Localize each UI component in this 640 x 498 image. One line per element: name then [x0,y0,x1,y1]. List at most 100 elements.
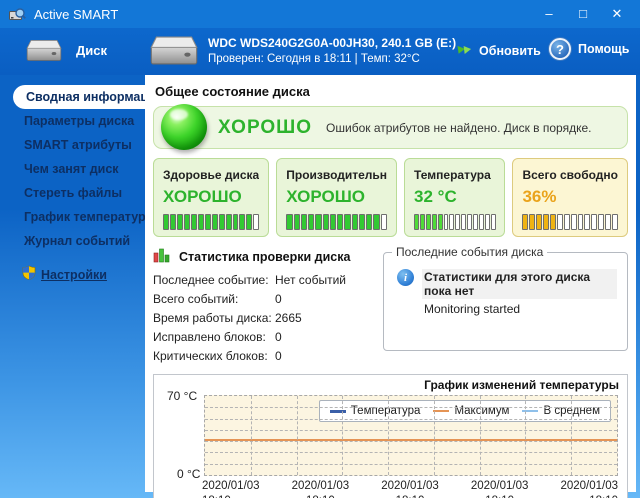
tick-date: 2020/01/03 [381,479,439,494]
title-bar: Active SMART – □ ✕ [0,0,640,28]
page-title: Общее состояние диска [155,84,628,99]
sidebar-item-settings[interactable]: Настройки [4,265,145,285]
overall-status-banner: ХОРОШО Ошибок атрибутов не найдено. Диск… [153,106,628,149]
progress-segment [571,214,577,230]
statistic-row: Исправлено блоков:0 [153,328,375,347]
status-card: Здоровье диска ХОРОШО [153,158,269,237]
progress-segment [308,214,314,230]
y-axis-max-label: 70 °C [167,389,197,403]
tick-date: 2020/01/03 [292,479,350,494]
progress-segment [473,214,478,230]
card-title: Здоровье диска [163,168,259,182]
grid-line [205,430,617,431]
window-controls: – □ ✕ [532,0,634,28]
sidebar-item[interactable]: Параметры диска [4,109,145,133]
statistic-value: Нет событий [275,271,346,290]
maximize-button[interactable]: □ [566,0,600,28]
grid-line [525,396,526,475]
legend-line-swatch [330,410,346,413]
progress-segment [449,214,454,230]
x-axis-labels: 2020/01/0318:102020/01/0318:102020/01/03… [202,479,618,498]
grid-line [205,441,617,442]
progress-segment [578,214,584,230]
progress-segment [177,214,183,230]
refresh-button[interactable]: Обновить [456,43,541,59]
statistics-title: Статистика проверки диска [179,250,350,264]
settings-label: Настройки [41,268,107,282]
statistics-chart-icon [153,247,172,266]
sidebar-item[interactable]: Сводная информация [13,85,145,109]
sidebar-item[interactable]: Чем занят диск [4,157,145,181]
progress-segment [239,214,245,230]
progress-segment [226,214,232,230]
main-panel: Общее состояние диска ХОРОШО Ошибок атри… [145,75,636,492]
progress-segment [438,214,443,230]
x-axis-tick: 2020/01/0318:10 [381,479,439,498]
progress-segments [522,214,618,230]
progress-segment [536,214,542,230]
progress-segment [373,214,379,230]
overall-status-description: Ошибок атрибутов не найдено. Диск в поря… [326,121,591,135]
disk-icon[interactable] [26,39,62,62]
statistic-label: Время работы диска: [153,309,275,328]
info-icon [397,269,414,286]
progress-segment [286,214,292,230]
x-axis-tick: 2020/01/0318:10 [202,479,260,498]
progress-segment [432,214,437,230]
sidebar-item[interactable]: SMART атрибуты [4,133,145,157]
tick-time: 18:10 [560,494,618,498]
chart-plot-area: ТемператураМаксимумВ среднем [204,395,618,476]
status-cards: Здоровье дискаХОРОШОПроизводительнХОРОШО… [153,158,628,237]
help-button[interactable]: Помощь [549,38,629,60]
statistic-row: Время работы диска:2665 [153,309,375,328]
statistic-row: Последнее событие:Нет событий [153,271,375,290]
event-message-detail: Monitoring started [422,302,617,316]
drive-name: WDC WDS240G2G0A-00JH30, 240.1 GB (E:) [208,35,456,51]
progress-segment [414,214,419,230]
tick-date: 2020/01/03 [471,479,529,494]
progress-segment [557,214,563,230]
app-icon [9,7,26,22]
progress-segment [198,214,204,230]
progress-segment [233,214,239,230]
sidebar-item[interactable]: Стереть файлы [4,181,145,205]
progress-segment [170,214,176,230]
progress-segment [591,214,597,230]
grid-line [434,396,435,475]
grid-line [342,396,343,475]
refresh-icon [456,43,473,59]
minimize-button[interactable]: – [532,0,566,28]
card-value: ХОРОШО [163,187,259,207]
grid-line [205,407,617,408]
sidebar-item[interactable]: Журнал событий [4,229,145,253]
progress-segment [337,214,343,230]
status-card: Всего свободно36% [512,158,628,237]
card-value: 32 °C [414,187,495,207]
drive-status: Проверен: Сегодня в 18:11 | Темп: 32°C [208,51,456,67]
progress-segment [543,214,549,230]
tick-date: 2020/01/03 [202,479,260,494]
progress-segment [529,214,535,230]
overall-status-value: ХОРОШО [218,117,312,139]
grid-line [480,396,481,475]
statistic-row: Всего событий:0 [153,290,375,309]
progress-segment [479,214,484,230]
card-value: ХОРОШО [286,187,387,207]
grid-line [205,452,617,453]
statistic-value: 0 [275,290,282,309]
uac-shield-icon [22,265,36,285]
grid-line [388,396,389,475]
statistic-label: Всего событий: [153,290,275,309]
disk-tab-label[interactable]: Диск [76,43,107,58]
drive-info: WDC WDS240G2G0A-00JH30, 240.1 GB (E:) Пр… [208,35,456,67]
sidebar-item[interactable]: График температуры [4,205,145,229]
close-button[interactable]: ✕ [600,0,634,28]
progress-segment [467,214,472,230]
card-title: Температура [414,168,495,182]
progress-segment [246,214,252,230]
progress-segment [522,214,528,230]
statistic-value: 2665 [275,309,302,328]
progress-segment [323,214,329,230]
progress-segment [294,214,300,230]
x-axis-tick: 2020/01/0318:10 [471,479,529,498]
